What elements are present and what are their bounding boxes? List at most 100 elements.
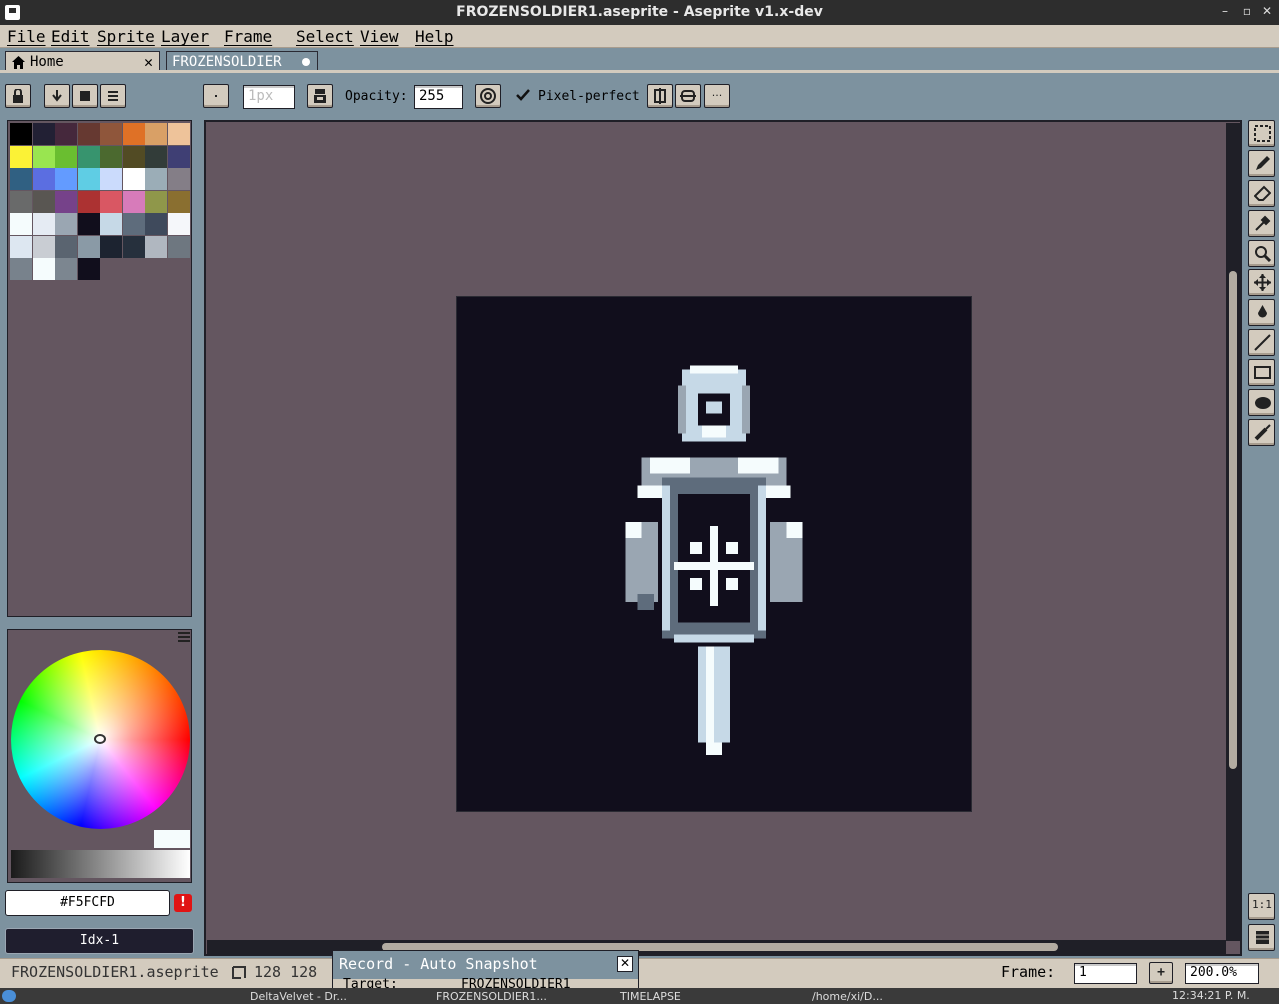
palette-swatch[interactable] — [122, 213, 145, 235]
tool-blur[interactable] — [1248, 419, 1275, 446]
palette-swatch[interactable] — [77, 258, 100, 280]
color-wheel-cursor[interactable] — [94, 734, 106, 744]
frame-field[interactable]: 1 — [1074, 963, 1137, 984]
tool-eyedropper[interactable] — [1248, 210, 1275, 237]
palette-swatch[interactable] — [100, 168, 122, 190]
sort-palette-button[interactable] — [44, 84, 70, 108]
tool-pencil[interactable] — [1248, 150, 1275, 177]
palette-swatch[interactable] — [167, 213, 190, 235]
palette-swatch[interactable] — [100, 213, 122, 235]
color-selector-menu-icon[interactable] — [178, 632, 190, 642]
palette-swatch[interactable] — [55, 190, 77, 213]
palette-swatch[interactable] — [122, 123, 145, 145]
palette-swatch[interactable] — [55, 145, 77, 168]
tab-home[interactable]: Home ✕ — [5, 51, 160, 73]
palette-presets-button[interactable] — [72, 84, 98, 108]
palette-swatch[interactable] — [10, 190, 32, 213]
menu-file[interactable]: File — [7, 27, 46, 46]
palette-swatch[interactable] — [167, 190, 190, 213]
menu-layer[interactable]: Layer — [161, 27, 209, 46]
palette-swatch[interactable] — [100, 123, 122, 145]
minimize-button[interactable]: – — [1216, 4, 1234, 18]
palette-swatch[interactable] — [100, 235, 122, 258]
palette-swatch[interactable] — [100, 190, 122, 213]
menu-edit[interactable]: Edit — [51, 27, 90, 46]
palette-swatch[interactable] — [122, 190, 145, 213]
taskbar-item-frozensoldier[interactable]: FROZENSOLDIER1... — [436, 990, 547, 1003]
record-panel-close-button[interactable]: ✕ — [617, 956, 633, 972]
opacity-field[interactable]: 255 — [414, 85, 463, 109]
zoom-actual-size-button[interactable]: 1:1 — [1248, 893, 1275, 920]
palette-swatch[interactable] — [10, 213, 32, 235]
palette-swatch[interactable] — [32, 145, 55, 168]
palette-swatch[interactable] — [32, 213, 55, 235]
symmetry-options-button[interactable]: ··· — [704, 84, 730, 108]
tab-home-close-icon[interactable]: ✕ — [144, 53, 153, 71]
tool-rectangular-marquee[interactable] — [1248, 120, 1275, 147]
palette-swatch[interactable] — [55, 258, 77, 280]
tool-paint-bucket[interactable] — [1248, 299, 1275, 326]
taskbar-item-deltavelvet[interactable]: DeltaVelvet - Dr... — [250, 990, 347, 1003]
color-index-field[interactable]: Idx-1 — [5, 928, 194, 954]
palette-swatch[interactable] — [10, 258, 32, 280]
palette-swatch[interactable] — [77, 213, 100, 235]
color-warning-button[interactable]: ! — [174, 894, 192, 912]
palette-swatch[interactable] — [10, 123, 32, 145]
palette-swatch[interactable] — [10, 168, 32, 190]
shade-bar[interactable] — [11, 850, 190, 878]
pixel-perfect-checkbox[interactable] — [515, 88, 531, 102]
palette-swatch[interactable] — [145, 168, 167, 190]
palette-swatch[interactable] — [32, 190, 55, 213]
color-wheel[interactable] — [11, 650, 190, 829]
symmetry-horizontal-button[interactable] — [675, 84, 701, 108]
palette-swatch[interactable] — [55, 123, 77, 145]
menu-select[interactable]: Select — [296, 27, 354, 46]
unsaved-dot-icon[interactable] — [302, 58, 310, 66]
palette-swatch[interactable] — [145, 123, 167, 145]
palette-swatch[interactable] — [55, 235, 77, 258]
palette-swatch[interactable] — [145, 145, 167, 168]
palette-swatch[interactable] — [55, 213, 77, 235]
tool-move[interactable] — [1248, 269, 1275, 296]
vertical-scroll-thumb[interactable] — [1229, 271, 1237, 769]
menu-help[interactable]: Help — [415, 27, 454, 46]
palette-swatch[interactable] — [77, 123, 100, 145]
start-menu-icon[interactable] — [2, 990, 16, 1002]
palette-swatch[interactable] — [122, 168, 145, 190]
pressure-button[interactable] — [475, 84, 501, 108]
close-button[interactable]: ✕ — [1258, 4, 1276, 18]
tool-zoom[interactable] — [1248, 240, 1275, 267]
taskbar-item-timelapse[interactable]: TIMELAPSE — [620, 990, 681, 1003]
tool-eraser[interactable] — [1248, 180, 1275, 207]
palette-swatch[interactable] — [167, 123, 190, 145]
palette-swatch[interactable] — [55, 168, 77, 190]
timeline-toggle-button[interactable] — [1248, 924, 1275, 951]
palette-swatch[interactable] — [77, 190, 100, 213]
palette-swatch[interactable] — [32, 235, 55, 258]
tool-line[interactable] — [1248, 329, 1275, 356]
palette-swatch[interactable] — [77, 168, 100, 190]
ink-type-button[interactable] — [307, 84, 333, 108]
taskbar-item-folder[interactable]: /home/xi/D... — [812, 990, 883, 1003]
add-frame-button[interactable]: + — [1149, 962, 1173, 984]
palette-swatch[interactable] — [167, 168, 190, 190]
palette-swatch[interactable] — [122, 145, 145, 168]
sprite-canvas[interactable] — [456, 296, 972, 812]
tab-frozensoldier[interactable]: FROZENSOLDIER — [166, 51, 318, 73]
palette-swatch[interactable] — [32, 168, 55, 190]
palette-swatch[interactable] — [122, 235, 145, 258]
zoom-field[interactable]: 200.0% — [1185, 963, 1259, 984]
menu-view[interactable]: View — [360, 27, 399, 46]
vertical-scrollbar[interactable] — [1226, 123, 1240, 941]
menu-sprite[interactable]: Sprite — [97, 27, 155, 46]
menu-frame[interactable]: Frame — [224, 27, 272, 46]
brush-size-field[interactable]: 1px — [243, 85, 295, 109]
palette-swatch[interactable] — [32, 123, 55, 145]
palette-options-button[interactable] — [100, 84, 126, 108]
palette-swatch[interactable] — [77, 235, 100, 258]
palette-swatch[interactable] — [100, 145, 122, 168]
palette-swatch[interactable] — [145, 235, 167, 258]
palette-swatch[interactable] — [32, 258, 55, 280]
palette-swatch[interactable] — [167, 145, 190, 168]
tool-rectangle[interactable] — [1248, 359, 1275, 386]
